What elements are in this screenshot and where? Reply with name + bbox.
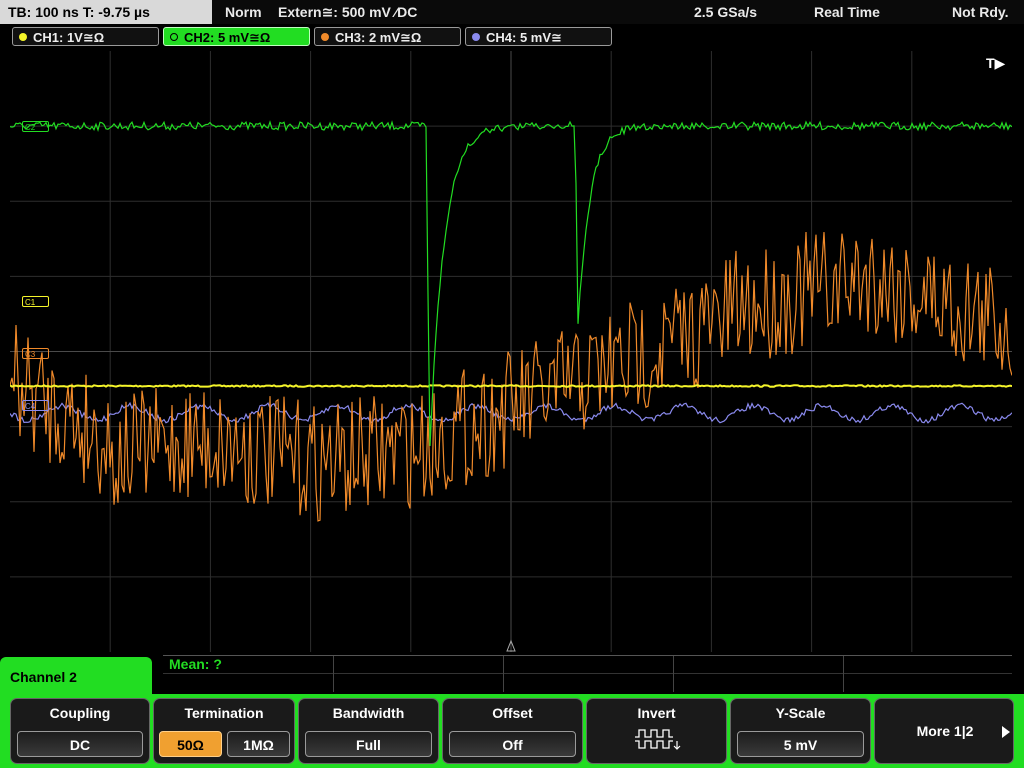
y-scale-softkey[interactable]: Y-Scale 5 mV [730,698,871,764]
acquisition-mode[interactable]: Real Time [814,0,880,24]
coupling-title: Coupling [49,705,111,721]
y-scale-value[interactable]: 5 mV [737,731,864,757]
waveform-display[interactable]: C2 C1 C3 C4 [9,51,1013,652]
termination-softkey[interactable]: Termination 50Ω 1MΩ [153,698,295,764]
measurement-divider [163,673,1012,674]
status-bar: TB: 100 ns T: -9.75 µs Norm Extern≅: 500… [0,0,1024,24]
sample-rate[interactable]: 2.5 GSa/s [694,0,757,24]
measurement-mean[interactable]: Mean: ? [169,656,222,672]
waveform-canvas [9,51,1013,652]
ch4-level-marker[interactable]: C4 [22,400,49,411]
offset-value[interactable]: Off [449,731,576,757]
termination-1mohm-option[interactable]: 1MΩ [227,731,290,757]
tab-ch4[interactable]: CH4: 5 mV≅ [465,27,612,46]
measurement-area: Mean: ? [163,655,1012,692]
coupling-value[interactable]: DC [17,731,143,757]
offset-title: Offset [492,705,533,721]
y-scale-title: Y-Scale [775,705,826,721]
trigger-source[interactable]: Extern≅: 500 mV ⁄DC [278,0,417,24]
timebase-readout[interactable]: TB: 100 ns T: -9.75 µs [0,0,212,24]
offset-softkey[interactable]: Offset Off [442,698,583,764]
trigger-marker-icon: T▶ [986,55,1006,71]
ch4-color-icon [472,33,480,41]
tab-ch3-label: CH3: 2 mV≅Ω [335,30,422,45]
more-softkey[interactable]: More 1|2 [874,698,1014,764]
invert-title: Invert [637,705,676,721]
trigger-mode[interactable]: Norm [225,0,262,24]
ch3-level-marker[interactable]: C3 [22,348,49,359]
tab-ch3[interactable]: CH3: 2 mV≅Ω [314,27,461,46]
bandwidth-value[interactable]: Full [305,731,432,757]
invert-waveform-icon [635,729,681,750]
invert-softkey[interactable]: Invert [586,698,727,764]
tab-ch1[interactable]: CH1: 1V≅Ω [12,27,159,46]
measurement-divider [333,656,334,692]
measurement-divider [503,656,504,692]
ch3-color-icon [321,33,329,41]
ch2-color-icon [170,33,178,41]
bandwidth-softkey[interactable]: Bandwidth Full [298,698,439,764]
tab-ch2-label: CH2: 5 mV≅Ω [184,30,271,45]
measurement-divider [843,656,844,692]
bandwidth-title: Bandwidth [332,705,405,721]
termination-50ohm-option[interactable]: 50Ω [159,731,222,757]
tab-ch2[interactable]: CH2: 5 mV≅Ω [163,27,310,46]
tab-ch4-label: CH4: 5 mV≅ [486,30,562,45]
next-page-icon [1002,726,1010,738]
more-label: More 1|2 [916,723,974,739]
measurement-divider [673,656,674,692]
ch1-color-icon [19,33,27,41]
menu-title: Channel 2 [0,657,152,697]
graticule [10,51,1012,652]
tab-ch1-label: CH1: 1V≅Ω [33,30,105,45]
termination-title: Termination [184,705,264,721]
ch2-level-marker[interactable]: C2 [22,121,49,132]
ch1-level-marker[interactable]: C1 [22,296,49,307]
coupling-softkey[interactable]: Coupling DC [10,698,150,764]
acquisition-state: Not Rdy. [952,4,1009,20]
